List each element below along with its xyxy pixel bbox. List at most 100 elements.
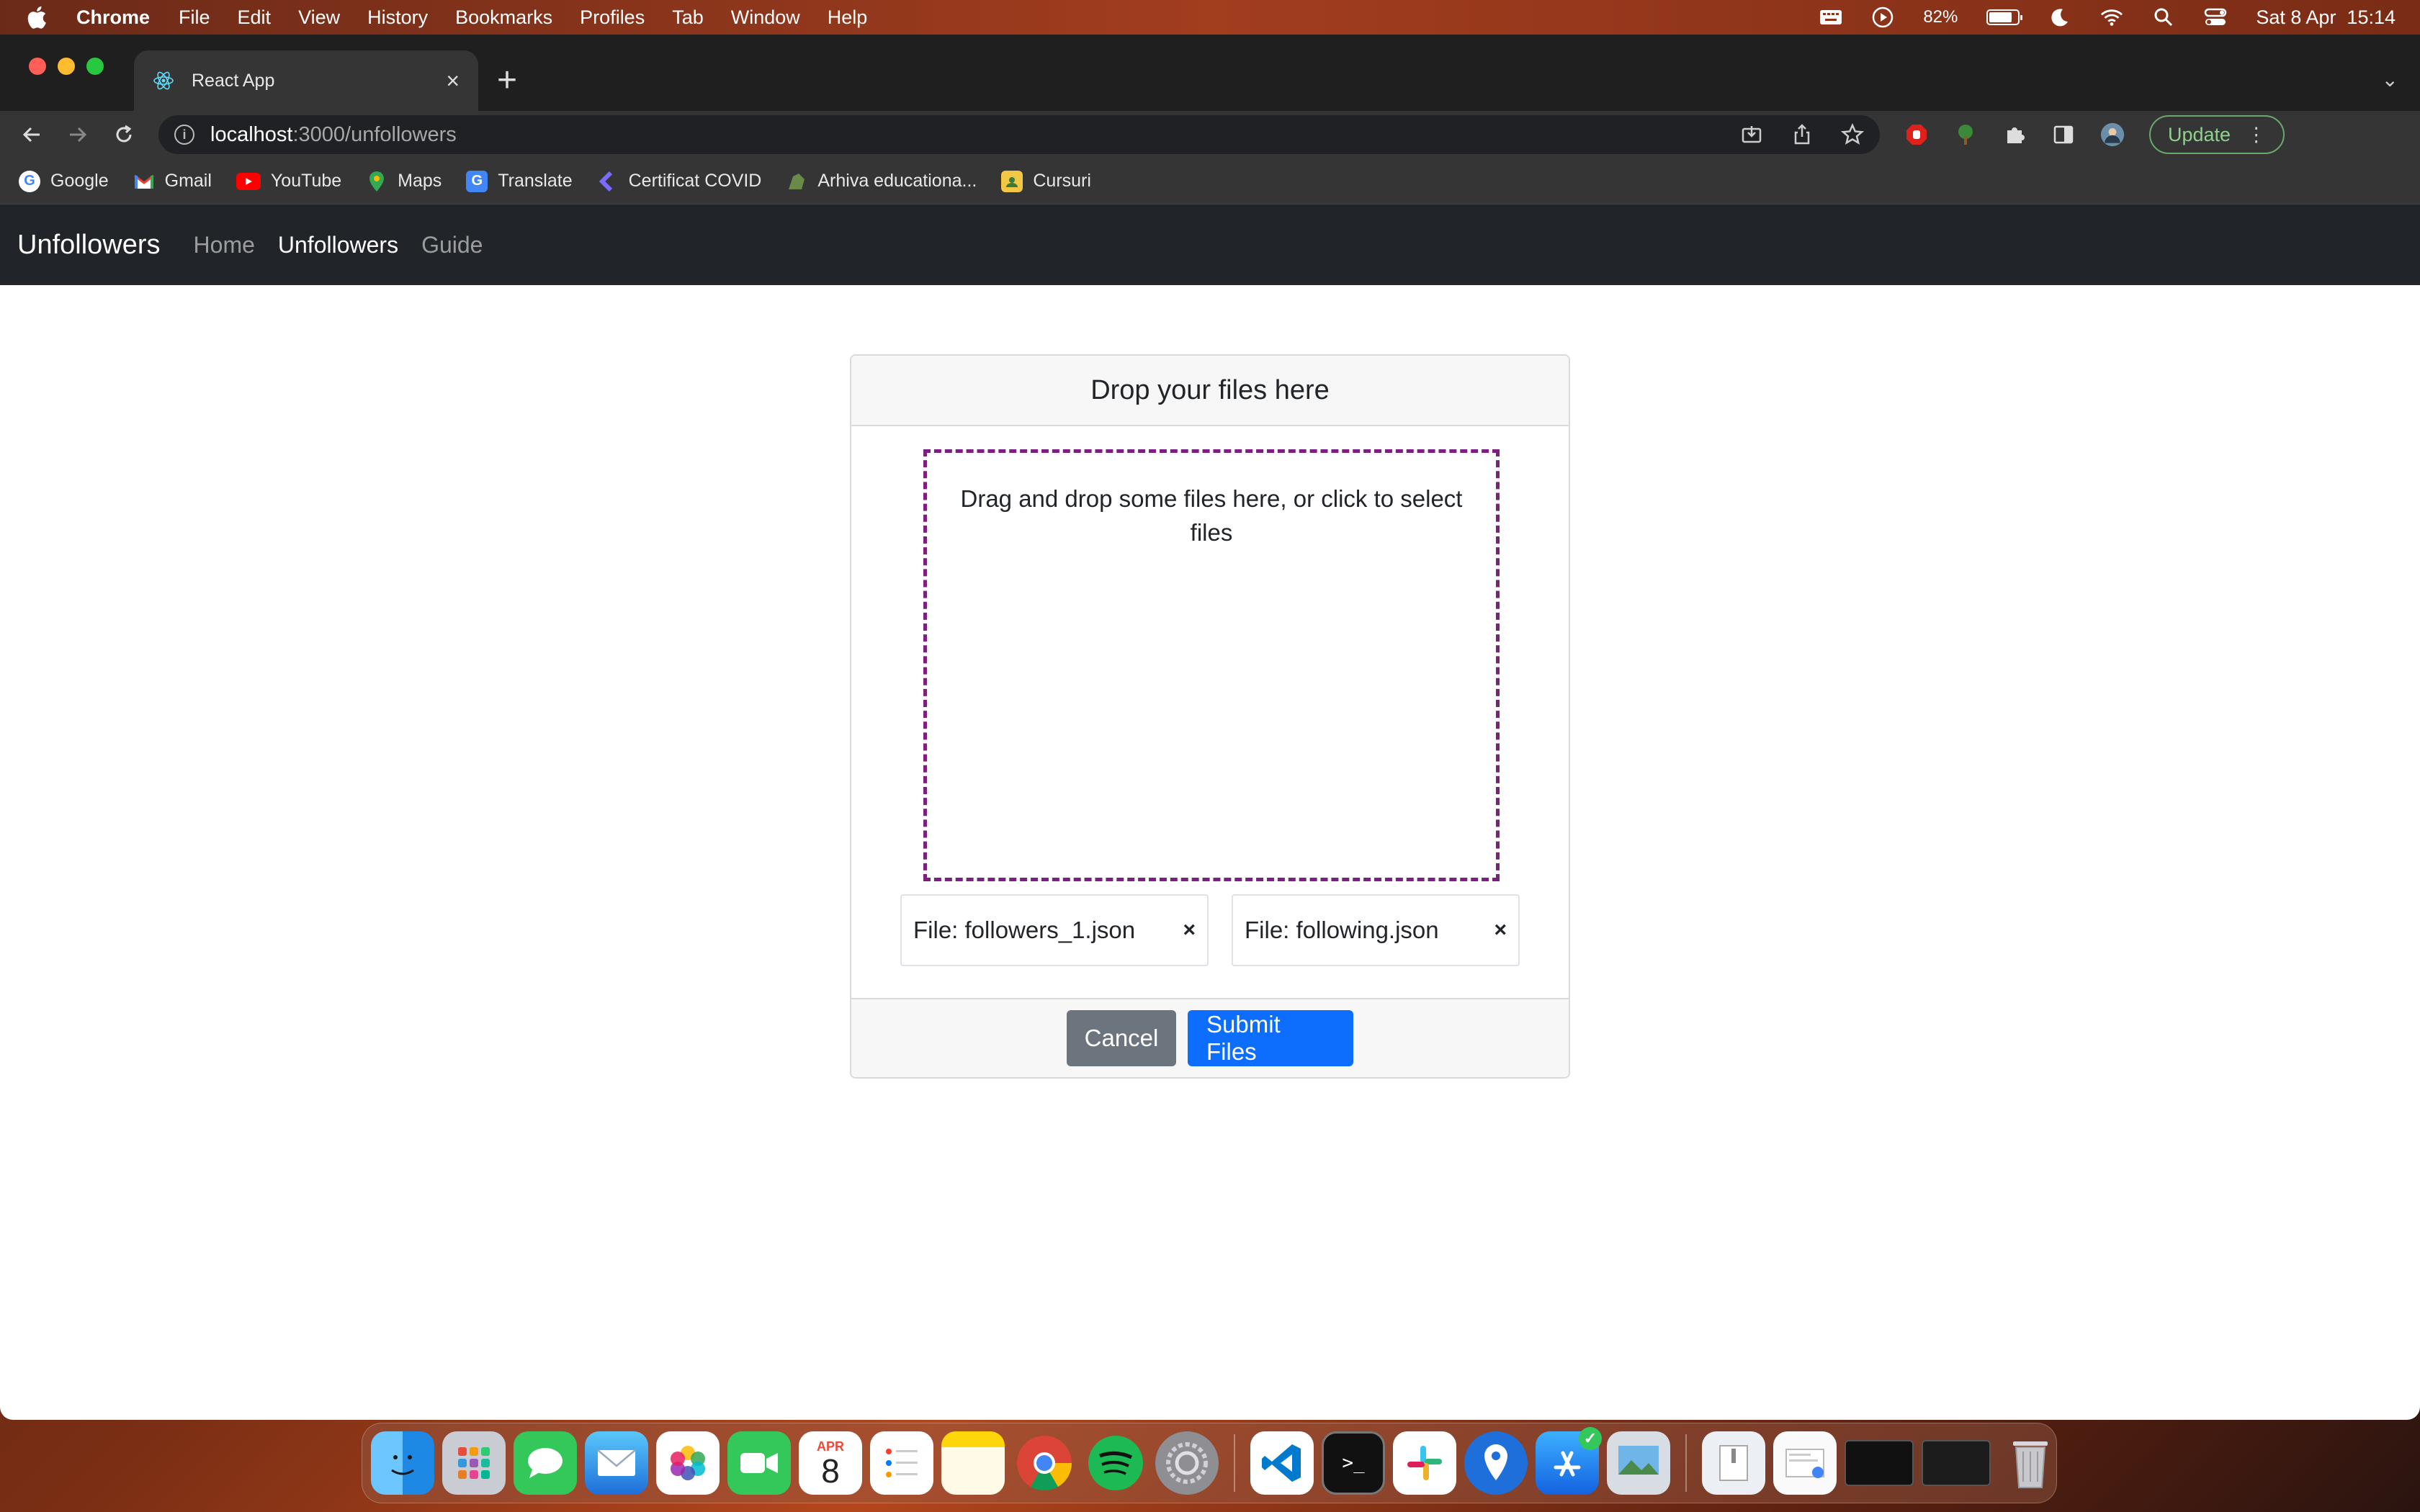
control-center-icon[interactable] [2204, 7, 2227, 27]
bookmark-label: Cursuri [1033, 171, 1091, 191]
remove-file-icon[interactable]: × [1494, 918, 1507, 942]
mail-icon[interactable] [585, 1431, 648, 1495]
more-vertical-icon[interactable]: ⋮ [2246, 124, 2266, 146]
bookmark-certificat-covid[interactable]: Certificat COVID [597, 171, 762, 192]
menu-profiles[interactable]: Profiles [580, 6, 645, 29]
notes-icon[interactable] [941, 1431, 1005, 1495]
slack-icon[interactable] [1393, 1431, 1456, 1495]
trash-icon[interactable] [1999, 1431, 2062, 1495]
bookmark-label: Certificat COVID [628, 171, 762, 191]
wifi-icon[interactable] [2100, 7, 2123, 27]
menu-app-name[interactable]: Chrome [76, 6, 150, 29]
finder-icon[interactable] [371, 1431, 434, 1495]
menu-tab[interactable]: Tab [672, 6, 704, 29]
macos-menu-bar: Chrome File Edit View History Bookmarks … [0, 0, 2420, 35]
bookmark-maps[interactable]: Maps [366, 171, 442, 192]
nav-unfollowers[interactable]: Unfollowers [278, 232, 398, 258]
chrome-icon[interactable] [1013, 1431, 1076, 1495]
play-icon[interactable] [1871, 6, 1894, 28]
archive-icon [786, 171, 807, 192]
clock[interactable]: Sat 8 Apr 15:14 [2256, 6, 2396, 29]
bookmark-label: Gmail [164, 171, 212, 191]
downloads-stack-icon[interactable] [1702, 1431, 1765, 1495]
upload-card: Drop your files here Drag and drop some … [850, 354, 1570, 1079]
menu-window[interactable]: Window [731, 6, 800, 29]
bookmark-google[interactable]: G Google [19, 170, 109, 192]
bookmark-label: YouTube [270, 171, 342, 191]
submit-files-button[interactable]: Submit Files [1188, 1010, 1353, 1066]
apple-icon[interactable] [24, 4, 48, 30]
bookmark-cursuri[interactable]: Cursuri [1001, 170, 1091, 192]
new-tab-icon[interactable]: + [497, 63, 517, 98]
nav-guide[interactable]: Guide [421, 232, 483, 258]
app-navbar: Unfollowers Home Unfollowers Guide [0, 204, 2420, 285]
star-icon[interactable] [1841, 123, 1864, 146]
zoom-window-button[interactable] [86, 58, 104, 75]
preview-icon[interactable] [1607, 1431, 1670, 1495]
battery-icon[interactable] [1986, 9, 2023, 25]
bookmark-gmail[interactable]: Gmail [133, 171, 212, 192]
file-chip-following: File: following.json × [1232, 894, 1520, 966]
profile-avatar-icon[interactable] [2100, 122, 2125, 147]
menu-file[interactable]: File [179, 6, 210, 29]
spotify-icon[interactable] [1084, 1431, 1147, 1495]
photos-icon[interactable] [656, 1431, 720, 1495]
bookmark-translate[interactable]: G Translate [466, 170, 573, 192]
tab-react-app[interactable]: React App × [134, 50, 478, 111]
tree-extension-icon[interactable] [1953, 122, 1978, 147]
proton-vpn-icon[interactable] [1464, 1431, 1528, 1495]
gmail-icon [133, 171, 155, 192]
tab-title: React App [192, 70, 275, 91]
chevron-down-icon[interactable]: ⌄ [2382, 68, 2398, 91]
terminal-icon[interactable]: >_ [1322, 1431, 1385, 1495]
menu-history[interactable]: History [367, 6, 428, 29]
dock-separator [1685, 1434, 1687, 1492]
keyboard-icon[interactable] [1819, 7, 1842, 27]
system-settings-icon[interactable] [1155, 1431, 1219, 1495]
battery-percent: 82% [1923, 7, 1958, 27]
remove-file-icon[interactable]: × [1183, 918, 1196, 942]
puzzle-icon[interactable] [2002, 122, 2027, 147]
moon-icon[interactable] [2048, 7, 2071, 27]
site-info-icon[interactable]: i [174, 125, 194, 145]
menu-bookmarks[interactable]: Bookmarks [455, 6, 552, 29]
messages-icon[interactable] [514, 1431, 577, 1495]
close-window-button[interactable] [29, 58, 46, 75]
menu-help[interactable]: Help [828, 6, 868, 29]
address-bar[interactable]: i localhost:3000/unfollowers [158, 115, 1880, 154]
document-thumbnail-icon[interactable] [1773, 1431, 1837, 1495]
bookmark-youtube[interactable]: YouTube [236, 171, 341, 192]
reminders-icon[interactable] [870, 1431, 933, 1495]
dock-separator [1234, 1434, 1235, 1492]
file-chip-followers: File: followers_1.json × [900, 894, 1209, 966]
folder-icon [1001, 170, 1023, 192]
bookmark-arhiva[interactable]: Arhiva educationa... [786, 171, 977, 192]
facetime-icon[interactable] [727, 1431, 791, 1495]
vscode-icon[interactable] [1250, 1431, 1314, 1495]
side-panel-icon[interactable] [2051, 122, 2076, 147]
update-button[interactable]: Update ⋮ [2149, 115, 2285, 154]
calendar-icon[interactable]: APR 8 [799, 1431, 862, 1495]
menu-view[interactable]: View [298, 6, 340, 29]
install-app-icon[interactable] [1740, 123, 1763, 146]
status-area: 82% Sat 8 Apr 15:14 [1819, 6, 2396, 29]
terminal-window-thumbnail-icon[interactable] [1922, 1440, 1991, 1486]
cancel-button[interactable]: Cancel [1067, 1010, 1176, 1066]
minimize-window-button[interactable] [58, 58, 75, 75]
forward-icon[interactable] [62, 119, 94, 150]
covid-cert-icon [597, 171, 619, 192]
window-thumbnail-icon[interactable] [1845, 1440, 1914, 1486]
file-dropzone[interactable]: Drag and drop some files here, or click … [923, 449, 1500, 881]
launchpad-icon[interactable] [442, 1431, 506, 1495]
close-tab-icon[interactable]: × [446, 68, 460, 94]
share-icon[interactable] [1791, 123, 1814, 146]
spotlight-search-icon[interactable] [2152, 7, 2175, 27]
reload-icon[interactable] [108, 119, 140, 150]
adblock-icon[interactable] [1904, 122, 1929, 147]
back-icon[interactable] [16, 119, 48, 150]
nav-home[interactable]: Home [194, 232, 255, 258]
app-brand[interactable]: Unfollowers [17, 230, 161, 261]
menu-edit[interactable]: Edit [238, 6, 272, 29]
app-store-icon[interactable]: ✓ [1536, 1427, 1602, 1495]
macos-dock: APR 8 >_ ✓ [362, 1423, 2057, 1503]
